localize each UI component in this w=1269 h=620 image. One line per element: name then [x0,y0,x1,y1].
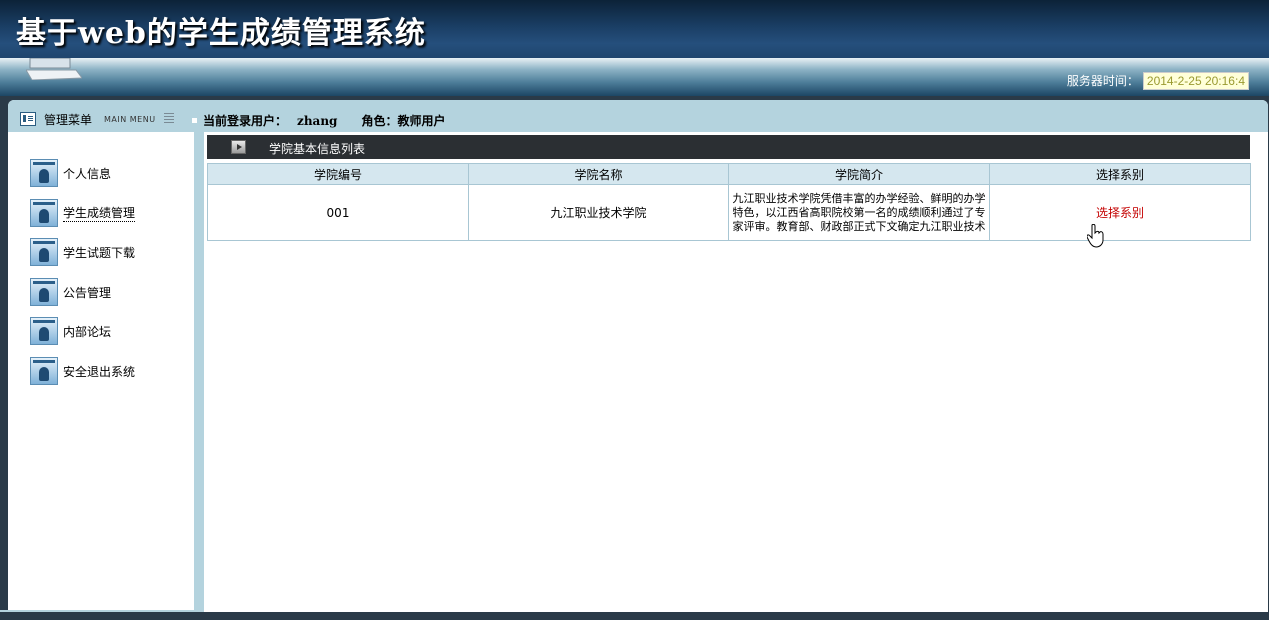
login-user-label: 当前登录用户： [203,114,288,128]
cell-select-action: 选择系别 [989,184,1251,241]
sidebar-item-label: 公告管理 [63,285,112,300]
column-header-name: 学院名称 [468,163,729,185]
header-banner: 基于web的学生成绩管理系统 [0,0,1269,58]
sidebar-item-label: 学生试题下载 [63,245,136,260]
table-header-row: 学院编号 学院名称 学院简介 选择系别 [207,163,1251,185]
frame-top-bar: 管理菜单 MAIN MENU 当前登录用户： zhang 角色： 教师用户 [8,100,1268,132]
cell-college-intro: 九江职业技术学院凭借丰富的办学经验、鲜明的办学特色，以江西省高职院校第一名的成绩… [728,184,990,241]
app-title: 基于web的学生成绩管理系统 [16,16,426,51]
sidebar-item-label: 安全退出系统 [63,364,136,379]
sidebar-item-forum[interactable]: 内部论坛 [30,316,111,346]
role-value: 教师用户 [397,114,446,128]
frame-bottom-line [0,610,204,612]
sidebar-item-personal-info[interactable]: 个人信息 [30,158,111,188]
content-title: 学院基本信息列表 [269,142,366,156]
menu-title-en: MAIN MENU [104,114,156,124]
select-department-link[interactable]: 选择系别 [1096,206,1144,220]
menu-header: 管理菜单 MAIN MENU [20,110,174,128]
role-label: 角色： [361,114,398,128]
user-info: 当前登录用户： zhang 角色： 教师用户 [192,112,445,129]
menu-title: 管理菜单 [44,112,93,127]
user-icon [30,199,58,227]
menu-icon [20,112,36,126]
computer-icon [26,58,82,80]
column-header-id: 学院编号 [207,163,469,185]
content-title-bar: 学院基本信息列表 [207,135,1250,159]
column-header-select: 选择系别 [989,163,1251,185]
sidebar-item-label: 学生成绩管理 [63,206,136,222]
user-icon [30,238,58,266]
server-time-label: 服务器时间： [1066,74,1139,88]
sidebar: 个人信息 学生成绩管理 学生试题下载 公告管理 内部论坛 安全退出系统 [8,132,194,610]
bullet-icon [192,118,197,123]
sidebar-item-grade-management[interactable]: 学生成绩管理 [30,198,136,228]
user-icon [30,357,58,385]
server-time-value: 2014-2-25 20:16:4 [1142,72,1249,90]
cell-college-name: 九江职业技术学院 [468,184,729,241]
hand-cursor-icon [1087,224,1104,248]
cell-college-id: 001 [207,184,469,241]
main-frame: 管理菜单 MAIN MENU 当前登录用户： zhang 角色： 教师用户 个人… [8,100,1268,612]
sidebar-item-label: 内部论坛 [63,324,112,339]
server-time: 服务器时间： 2014-2-25 20:16:4 [1067,72,1249,90]
column-header-intro: 学院简介 [728,163,990,185]
user-icon [30,159,58,187]
sidebar-divider [194,132,204,610]
sidebar-item-label: 个人信息 [63,166,112,181]
sidebar-item-logout[interactable]: 安全退出系统 [30,356,135,386]
user-icon [30,278,58,306]
login-username: zhang [297,113,338,128]
list-lines-icon [163,113,174,125]
sidebar-item-exam-download[interactable]: 学生试题下载 [30,237,135,267]
user-icon [30,317,58,345]
sidebar-item-announcements[interactable]: 公告管理 [30,277,111,307]
arrow-icon [231,140,246,154]
